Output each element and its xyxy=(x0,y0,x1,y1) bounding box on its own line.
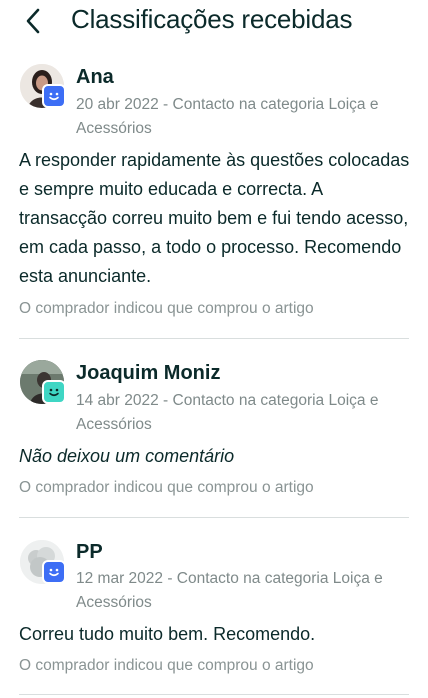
divider xyxy=(19,338,409,339)
chevron-left-icon xyxy=(26,8,40,34)
review-meta: 20 abr 2022 - Contacto na categoria Loiç… xyxy=(76,96,379,137)
divider xyxy=(19,517,409,518)
page-title: Classificações recebidas xyxy=(71,4,353,34)
reviewer-name[interactable]: Ana xyxy=(76,66,114,89)
review-comment: A responder rapidamente às questões colo… xyxy=(19,150,410,286)
purchase-note: O comprador indicou que comprou o artigo xyxy=(19,479,314,496)
review-meta: 14 abr 2022 - Contacto na categoria Loiç… xyxy=(76,392,379,433)
avatar[interactable] xyxy=(20,64,68,112)
smile-badge-icon xyxy=(42,560,66,584)
reviewer-name[interactable]: PP xyxy=(76,541,103,564)
reviewer-name[interactable]: Joaquim Moniz xyxy=(76,362,220,385)
smile-badge-icon xyxy=(42,380,66,404)
back-button[interactable] xyxy=(18,6,48,36)
avatar[interactable] xyxy=(20,360,68,408)
avatar[interactable] xyxy=(20,540,68,588)
purchase-note: O comprador indicou que comprou o artigo xyxy=(19,657,314,674)
divider xyxy=(19,694,409,695)
smile-badge-icon xyxy=(42,84,66,108)
review-comment: Correu tudo muito bem. Recomendo. xyxy=(19,624,316,644)
purchase-note: O comprador indicou que comprou o artigo xyxy=(19,300,314,317)
header: Classificações recebidas xyxy=(0,0,428,44)
review-comment: Não deixou um comentário xyxy=(19,446,235,466)
review-meta: 12 mar 2022 - Contacto na categoria Loiç… xyxy=(76,570,383,611)
